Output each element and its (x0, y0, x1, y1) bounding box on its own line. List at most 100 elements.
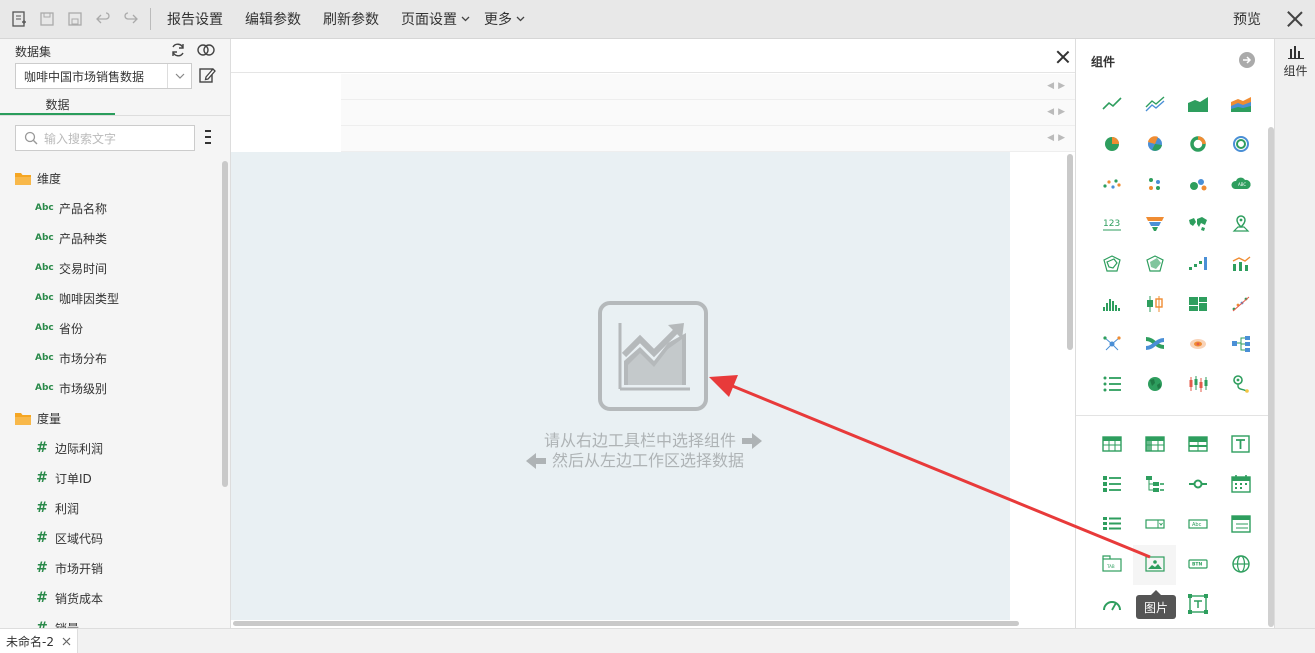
dataset-select[interactable]: 咖啡中国市场销售数据 (15, 63, 192, 89)
measure-field[interactable]: # 边际利润 (0, 433, 222, 463)
tab-container-component[interactable]: TAB (1090, 545, 1133, 585)
dimension-field[interactable]: Abc 市场级别 (0, 373, 222, 403)
globe-chart-component[interactable] (1133, 365, 1176, 405)
tree-filter-component[interactable] (1133, 465, 1176, 505)
undo-icon[interactable] (94, 10, 112, 28)
freestyle-table-component[interactable] (1176, 425, 1219, 465)
search-input[interactable]: 输入搜索文字 (15, 125, 195, 151)
more-menu[interactable]: 更多 (476, 9, 539, 29)
redo-icon[interactable] (122, 10, 140, 28)
heat-map-component[interactable] (1176, 325, 1219, 365)
multi-line-chart-component[interactable] (1133, 85, 1176, 125)
radar-chart-component[interactable] (1090, 245, 1133, 285)
filter-row[interactable]: ◀▶ (341, 126, 1075, 152)
tab-data[interactable]: 数据 (0, 96, 115, 116)
filter-row[interactable]: ◀▶ (341, 74, 1075, 100)
dimension-folder[interactable]: 维度 (0, 163, 222, 193)
scatter-trend-component[interactable] (1219, 285, 1262, 325)
boxplot-chart-component[interactable] (1133, 285, 1176, 325)
treemap-chart-component[interactable] (1176, 285, 1219, 325)
tab-component[interactable]: 组件 (1275, 45, 1315, 79)
combo-chart-component[interactable] (1219, 245, 1262, 285)
waterfall-chart-component[interactable] (1176, 245, 1219, 285)
save-icon[interactable] (38, 10, 56, 28)
dimension-field[interactable]: Abc 市场分布 (0, 343, 222, 373)
bubble-chart-component[interactable] (1176, 165, 1219, 205)
scroll-arrows-icon[interactable]: ◀▶ (1047, 81, 1069, 91)
input-box-component[interactable]: Abc (1176, 505, 1219, 545)
crosstab-component[interactable] (1133, 425, 1176, 465)
measure-field[interactable]: # 市场开销 (0, 553, 222, 583)
measure-folder[interactable]: 度量 (0, 403, 222, 433)
stacked-area-chart-component[interactable] (1219, 85, 1262, 125)
image-component[interactable] (1133, 545, 1176, 585)
measure-field[interactable]: # 销量 (0, 613, 222, 628)
candlestick-chart-component[interactable] (1176, 365, 1219, 405)
refresh-params-button[interactable]: 刷新参数 (315, 9, 393, 29)
measure-field[interactable]: # 区域代码 (0, 523, 222, 553)
scrollbar[interactable] (222, 161, 228, 487)
close-icon[interactable] (1287, 11, 1303, 27)
web-page-component[interactable] (1219, 545, 1262, 585)
measure-field[interactable]: # 订单ID (0, 463, 222, 493)
dimension-field[interactable]: Abc 产品名称 (0, 193, 222, 223)
edit-dataset-icon[interactable] (198, 66, 216, 84)
sheet-tab[interactable]: 未命名-2 (0, 629, 78, 653)
measure-field[interactable]: # 销货成本 (0, 583, 222, 613)
filter-row[interactable]: ◀▶ (341, 100, 1075, 126)
report-settings-button[interactable]: 报告设置 (159, 9, 237, 29)
frame-component[interactable] (1176, 585, 1219, 625)
ring-chart-component[interactable] (1219, 125, 1262, 165)
pie-chart-component[interactable] (1090, 125, 1133, 165)
dot-matrix-chart-component[interactable] (1133, 165, 1176, 205)
rose-pie-chart-component[interactable] (1133, 125, 1176, 165)
scrollbar[interactable] (1067, 154, 1073, 350)
route-map-component[interactable] (1219, 365, 1262, 405)
kpi-number-component[interactable]: 123 (1090, 205, 1133, 245)
scatter-chart-component[interactable] (1090, 165, 1133, 205)
word-cloud-component[interactable]: ABC (1219, 165, 1262, 205)
table-component[interactable] (1090, 425, 1133, 465)
filled-radar-chart-component[interactable] (1133, 245, 1176, 285)
dimension-field[interactable]: Abc 咖啡因类型 (0, 283, 222, 313)
list-chart-component[interactable] (1090, 365, 1133, 405)
line-chart-component[interactable] (1090, 85, 1133, 125)
combo-box-component[interactable] (1133, 505, 1176, 545)
arrow-right-circle-icon[interactable] (1239, 52, 1255, 68)
scrollbar[interactable] (233, 621, 1019, 626)
dropdown-list-component[interactable] (1090, 505, 1133, 545)
area-chart-component[interactable] (1176, 85, 1219, 125)
preview-button[interactable]: 预览 (1233, 9, 1287, 29)
measure-field[interactable]: # 利润 (0, 493, 222, 523)
more-options-icon[interactable] (205, 130, 211, 144)
slider-filter-component[interactable] (1176, 465, 1219, 505)
calendar-filter-component[interactable] (1219, 465, 1262, 505)
dimension-field[interactable]: Abc 交易时间 (0, 253, 222, 283)
gauge-component[interactable] (1090, 585, 1133, 625)
text-box-component[interactable] (1219, 425, 1262, 465)
sankey-chart-component[interactable] (1133, 325, 1176, 365)
refresh-icon[interactable] (170, 42, 186, 58)
button-component[interactable]: BTN (1176, 545, 1219, 585)
page-settings-menu[interactable]: 页面设置 (393, 9, 476, 29)
funnel-chart-component[interactable] (1133, 205, 1176, 245)
network-graph-component[interactable] (1090, 325, 1133, 365)
close-icon[interactable] (62, 637, 71, 646)
geo-point-map-component[interactable] (1219, 205, 1262, 245)
new-report-icon[interactable] (10, 10, 28, 28)
histogram-chart-component[interactable] (1090, 285, 1133, 325)
form-component[interactable] (1219, 505, 1262, 545)
world-map-component[interactable] (1176, 205, 1219, 245)
dataset-relation-icon[interactable] (196, 42, 216, 58)
list-filter-component[interactable] (1090, 465, 1133, 505)
scroll-arrows-icon[interactable]: ◀▶ (1047, 107, 1069, 117)
dimension-field[interactable]: Abc 产品种类 (0, 223, 222, 253)
tree-diagram-component[interactable] (1219, 325, 1262, 365)
dimension-field[interactable]: Abc 省份 (0, 313, 222, 343)
donut-chart-component[interactable] (1176, 125, 1219, 165)
save-as-icon[interactable] (66, 10, 84, 28)
edit-params-button[interactable]: 编辑参数 (237, 9, 315, 29)
scroll-arrows-icon[interactable]: ◀▶ (1047, 133, 1069, 143)
close-icon[interactable] (1057, 51, 1069, 63)
chevron-down-icon[interactable] (167, 64, 191, 88)
